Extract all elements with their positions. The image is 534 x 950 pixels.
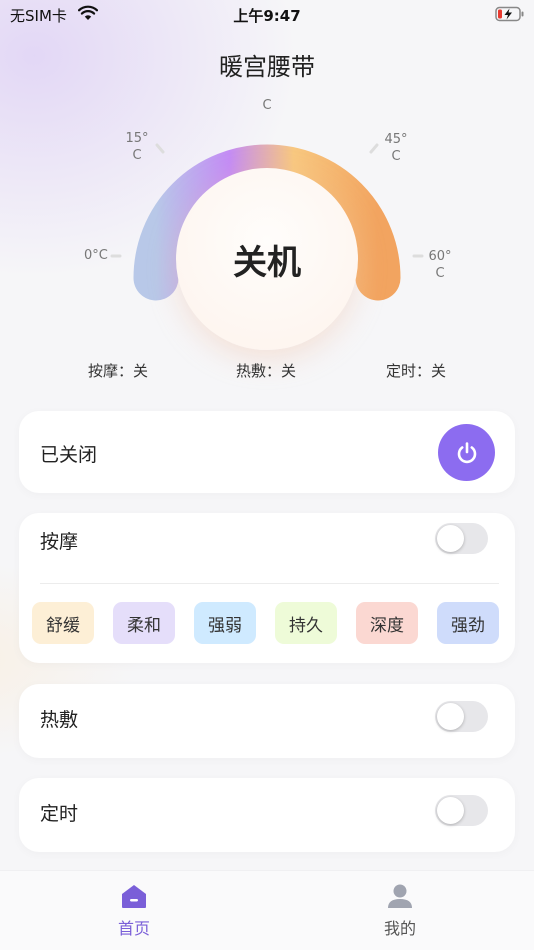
mode-button-deep[interactable]: 深度 (356, 602, 418, 644)
mode-button-powerful[interactable]: 强劲 (437, 602, 499, 644)
power-button[interactable] (438, 424, 495, 481)
toggle-knob (437, 797, 464, 824)
heat-card: 热敷 (19, 684, 515, 758)
massage-label: 按摩 (40, 531, 79, 553)
massage-status: 按摩：关 (88, 362, 149, 380)
dial-tick-15 (155, 143, 165, 154)
massage-toggle[interactable] (435, 523, 488, 554)
tab-bar: 首页 我的 (0, 870, 534, 950)
power-card: 已关闭 (19, 411, 515, 493)
timer-label: 定时 (40, 803, 79, 825)
divider (40, 583, 499, 584)
dial-tick-45 (369, 143, 379, 154)
mode-button-strong-weak[interactable]: 强弱 (194, 602, 256, 644)
mode-button-lasting[interactable]: 持久 (275, 602, 337, 644)
tab-mine-label: 我的 (383, 919, 416, 938)
heat-status: 热敷：关 (236, 362, 297, 380)
toggle-knob (437, 525, 464, 552)
page-title: 暖宫腰带 (219, 53, 315, 81)
tab-home[interactable]: 首页 (94, 883, 174, 939)
dial-center-button[interactable]: 关机 (176, 168, 358, 350)
tick-label-30: C (262, 98, 272, 113)
heat-toggle[interactable] (435, 701, 488, 732)
battery-charging-icon (495, 6, 524, 22)
timer-toggle[interactable] (435, 795, 488, 826)
tick-label-15: 15° C (125, 131, 149, 163)
tick-label-60: 60° C (428, 249, 452, 281)
home-icon (122, 885, 146, 908)
user-icon (388, 884, 412, 908)
timer-card: 定时 (19, 778, 515, 852)
dial-center-label: 关机 (233, 242, 301, 283)
power-icon (457, 441, 476, 463)
massage-card: 按摩 舒缓 柔和 强弱 持久 深度 强劲 (19, 513, 515, 663)
heat-label: 热敷 (40, 709, 79, 731)
tab-home-label: 首页 (117, 919, 150, 938)
mode-button-gentle[interactable]: 柔和 (113, 602, 175, 644)
tick-label-0: 0°C (84, 248, 108, 263)
mode-button-soothe[interactable]: 舒缓 (32, 602, 94, 644)
status-time: 上午9:47 (233, 7, 301, 25)
power-state-label: 已关闭 (40, 444, 98, 466)
tick-label-45: 45° C (384, 132, 408, 164)
status-bar: 无SIM卡 上午9:47 (0, 0, 534, 28)
toggle-knob (437, 703, 464, 730)
tab-mine[interactable]: 我的 (360, 883, 440, 939)
timer-status: 定时：关 (386, 362, 447, 380)
